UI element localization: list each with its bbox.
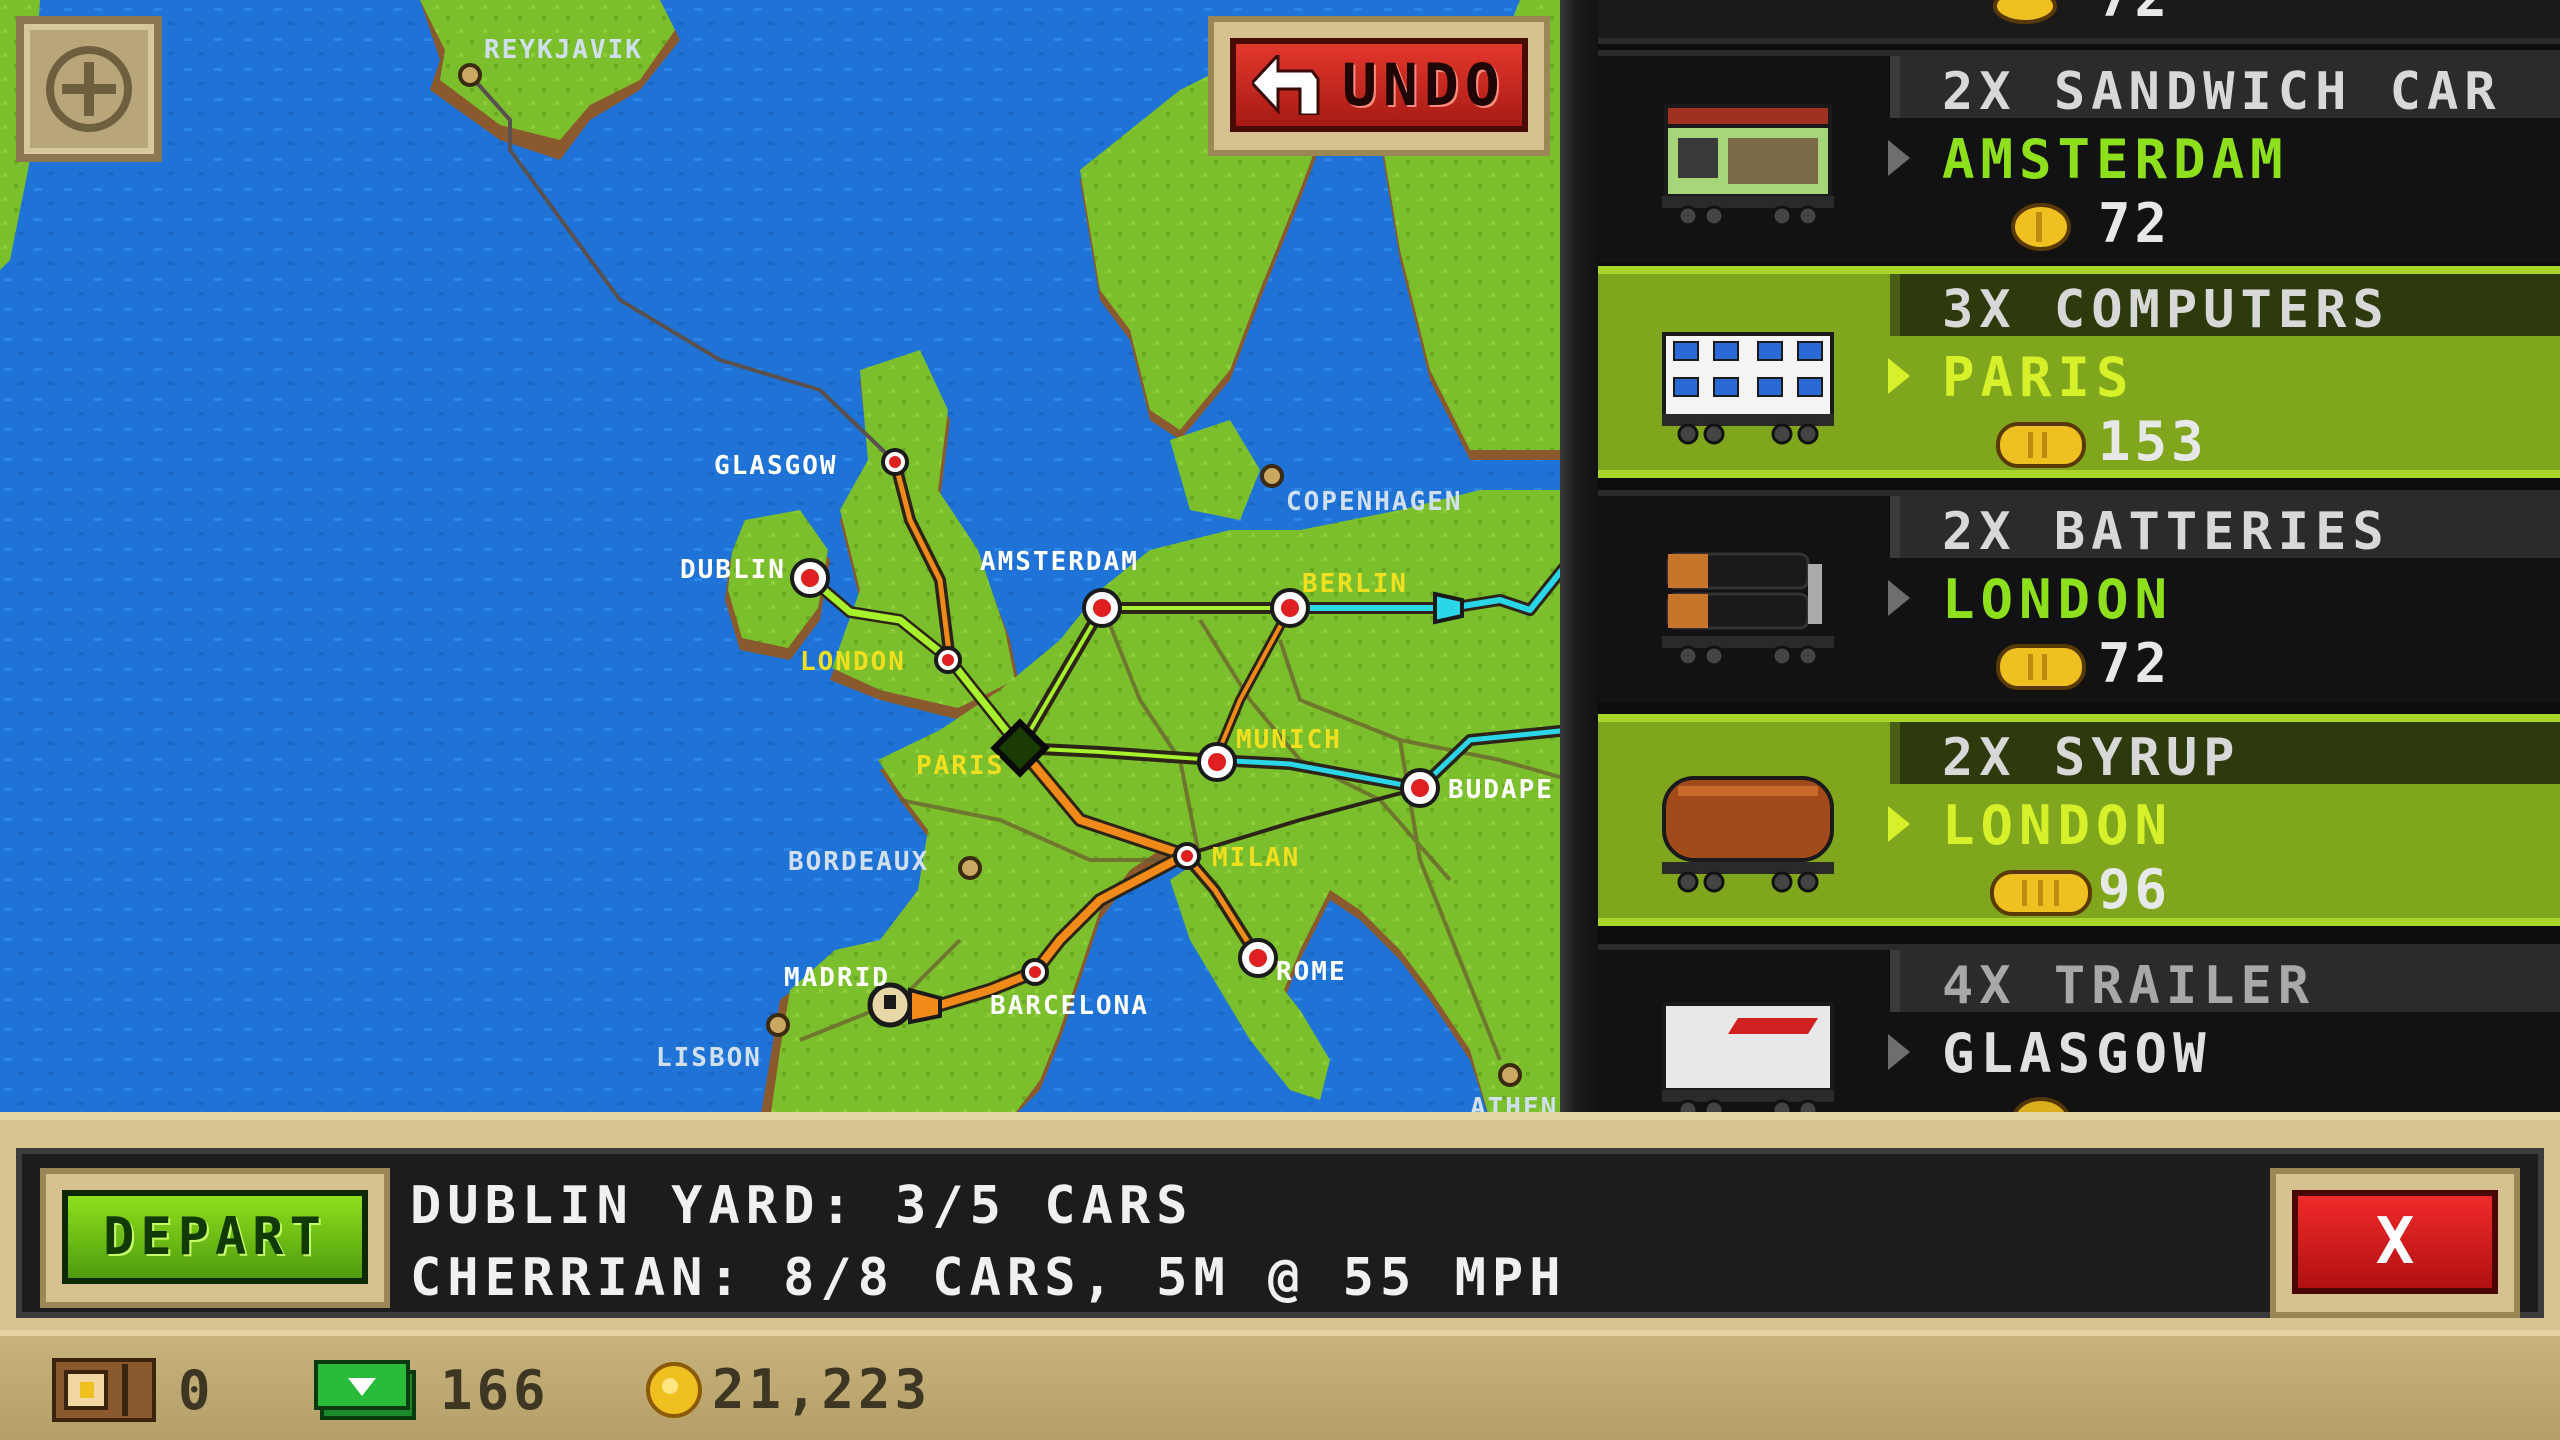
coin-stack-icon xyxy=(2011,203,2071,251)
play-icon xyxy=(1888,140,1910,176)
cash-stat: 166 xyxy=(314,1358,550,1422)
cargo-destination: GLASGOW xyxy=(1942,1022,2212,1085)
yard-status-text: DUBLIN YARD: 3/5 CARS xyxy=(410,1176,1194,1236)
batteries-car-icon xyxy=(1662,552,1834,667)
depart-button[interactable]: DEPART xyxy=(62,1190,368,1284)
undo-button[interactable]: UNDO xyxy=(1230,38,1528,132)
city-label-amsterdam: AMSTERDAM xyxy=(980,547,1139,577)
cargo-value: 153 xyxy=(2098,410,2208,473)
zoom-in-button[interactable] xyxy=(16,16,162,162)
city-label-madrid: MADRID xyxy=(784,963,890,993)
cargo-value-partial: 72 xyxy=(2098,0,2171,29)
close-button[interactable]: X xyxy=(2292,1190,2498,1294)
resource-status-bar: 0 166 21,223 xyxy=(0,1330,2560,1440)
city-marker-athens xyxy=(1498,1063,1522,1087)
crate-icon xyxy=(52,1358,156,1422)
depart-label: DEPART xyxy=(103,1207,327,1267)
coins-count: 21,223 xyxy=(712,1358,932,1421)
close-icon: X xyxy=(2375,1205,2415,1279)
train-info-panel: DEPART DUBLIN YARD: 3/5 CARS CHERRIAN: 8… xyxy=(16,1148,2544,1318)
world-map[interactable]: REYKJAVIK GLASGOW DUBLIN LONDON AMSTERDA… xyxy=(0,0,1570,1120)
train-status-text: CHERRIAN: 8/8 CARS, 5M @ 55 MPH xyxy=(410,1248,1567,1308)
cash-count: 166 xyxy=(440,1358,550,1422)
crates-count: 0 xyxy=(178,1358,215,1422)
undo-label: UNDO xyxy=(1342,51,1506,119)
city-label-lisbon: LISBON xyxy=(656,1043,762,1073)
cargo-title: 2X SANDWICH CAR xyxy=(1942,62,2502,122)
computers-car-icon xyxy=(1662,332,1834,445)
city-label-milan: MILAN xyxy=(1212,843,1300,873)
city-marker-copenhagen xyxy=(1260,464,1284,488)
cargo-title: 3X COMPUTERS xyxy=(1942,280,2390,340)
cargo-value: 96 xyxy=(2098,858,2172,921)
play-icon xyxy=(1888,580,1910,616)
city-label-barcelona: BARCELONA xyxy=(990,991,1149,1021)
cargo-row[interactable]: 4X TRAILER GLASGOW xyxy=(1598,944,2560,1120)
coin-icon xyxy=(1993,0,2057,24)
sandwich-car-icon xyxy=(1662,104,1834,227)
city-marker-lisbon xyxy=(766,1013,790,1037)
cargo-destination: LONDON xyxy=(1942,568,2174,631)
undo-arrow-icon xyxy=(1252,55,1320,115)
cargo-destination: PARIS xyxy=(1942,346,2135,409)
depart-button-frame: DEPART xyxy=(40,1168,390,1308)
city-label-budapest: BUDAPE xyxy=(1448,775,1554,805)
coin-stack-icon xyxy=(1990,870,2092,916)
cargo-value: 72 xyxy=(2098,632,2172,695)
train-icon xyxy=(908,987,942,1025)
panel-divider xyxy=(1560,0,1600,1120)
play-icon xyxy=(1888,1034,1910,1070)
play-icon xyxy=(1888,806,1910,842)
crates-stat: 0 xyxy=(52,1358,215,1422)
city-label-bordeaux: BORDEAUX xyxy=(788,847,929,877)
cargo-destination: AMSTERDAM xyxy=(1942,128,2289,191)
cargo-title: 2X SYRUP xyxy=(1942,728,2241,788)
cargo-title: 2X BATTERIES xyxy=(1942,502,2390,562)
city-marker-bordeaux xyxy=(958,856,982,880)
cargo-row[interactable]: 2X SYRUP LONDON 96 xyxy=(1598,714,2560,926)
train-icon-berlin xyxy=(1433,591,1464,625)
play-icon xyxy=(1888,358,1910,394)
city-label-dublin: DUBLIN xyxy=(680,555,786,585)
syrup-car-icon xyxy=(1662,776,1834,893)
undo-button-frame: UNDO xyxy=(1208,16,1550,156)
city-label-london: LONDON xyxy=(800,647,906,677)
city-label-berlin: BERLIN xyxy=(1302,569,1408,599)
city-label-rome: ROME xyxy=(1276,957,1347,987)
cargo-list[interactable]: 72 2X SANDWICH CAR AMSTERDAM 72 xyxy=(1598,0,2560,1120)
coin-stack-icon xyxy=(1996,422,2086,468)
city-label-copenhagen: COPENHAGEN xyxy=(1286,487,1463,517)
city-label-paris: PARIS xyxy=(916,751,1004,781)
map-canvas[interactable]: REYKJAVIK GLASGOW DUBLIN LONDON AMSTERDA… xyxy=(0,0,1570,1120)
coins-stat: 21,223 xyxy=(644,1358,931,1421)
cash-icon xyxy=(314,1360,416,1420)
cargo-row-partial[interactable]: 72 xyxy=(1598,0,2560,44)
city-label-reykjavik: REYKJAVIK xyxy=(484,35,643,65)
cargo-title: 4X TRAILER xyxy=(1942,956,2316,1016)
coin-icon xyxy=(646,1361,702,1418)
city-label-munich: MUNICH xyxy=(1236,725,1342,755)
cargo-value: 72 xyxy=(2098,192,2172,255)
cargo-row[interactable]: 3X COMPUTERS PARIS 153 xyxy=(1598,266,2560,478)
city-label-glasgow: GLASGOW xyxy=(714,451,838,481)
cargo-row[interactable]: 2X BATTERIES LONDON 72 xyxy=(1598,490,2560,702)
city-marker-reykjavik xyxy=(458,63,482,87)
close-button-frame: X xyxy=(2270,1168,2520,1318)
trailer-car-icon xyxy=(1662,1002,1834,1120)
train-info-bar: DEPART DUBLIN YARD: 3/5 CARS CHERRIAN: 8… xyxy=(0,1112,2560,1330)
cargo-row[interactable]: 2X SANDWICH CAR AMSTERDAM 72 xyxy=(1598,50,2560,262)
coin-stack-icon xyxy=(1996,644,2086,690)
cargo-destination: LONDON xyxy=(1942,794,2174,857)
